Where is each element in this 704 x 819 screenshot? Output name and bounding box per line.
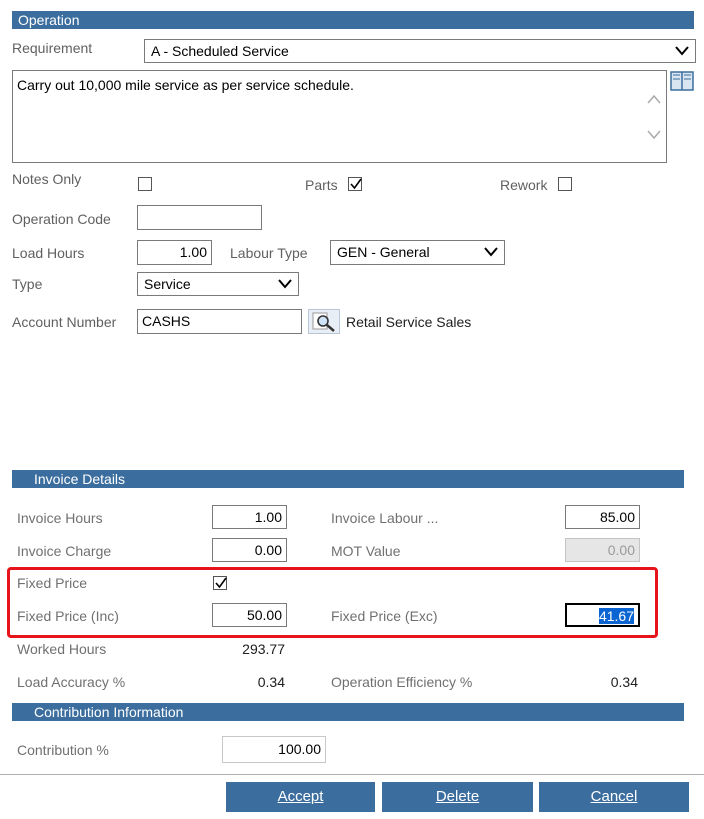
type-value: Service [144,276,191,292]
mot-value-label: MOT Value [331,543,401,559]
load-accuracy-value: 0.34 [257,674,285,690]
load-hours-input[interactable]: 1.00 [137,240,212,265]
fixed-price-exc-label: Fixed Price (Exc) [331,608,438,624]
accept-button[interactable]: Accept [226,782,375,812]
search-icon [312,312,335,332]
labour-type-value: GEN - General [337,244,430,260]
parts-checkbox[interactable] [348,177,362,191]
labour-type-label: Labour Type [230,245,308,261]
type-label: Type [12,276,43,292]
requirement-select[interactable]: A - Scheduled Service [144,39,696,63]
notes-only-label: Notes Only [12,171,82,187]
chevron-down-icon [675,46,689,56]
delete-button[interactable]: Delete [382,782,533,812]
book-icon[interactable] [670,70,694,92]
labour-type-select[interactable]: GEN - General [330,240,505,265]
worked-hours-value: 293.77 [242,641,285,657]
invoice-charge-input[interactable]: 0.00 [212,538,287,562]
fixed-price-inc-input[interactable]: 50.00 [212,603,287,627]
notes-only-checkbox[interactable] [138,177,152,191]
check-icon [350,178,362,190]
contribution-label: Contribution % [17,742,109,758]
invoice-hours-label: Invoice Hours [17,510,103,526]
operation-code-label: Operation Code [12,211,111,227]
rework-label: Rework [500,177,548,193]
fixed-price-exc-selected-text: 41.67 [598,608,634,624]
fixed-price-highlight [7,567,658,638]
notes-textarea[interactable]: Carry out 10,000 mile service as per ser… [12,70,667,163]
chevron-down-icon [278,279,292,289]
invoice-labour-label: Invoice Labour ... [331,510,439,526]
fixed-price-exc-input[interactable]: 41.67 [565,603,640,627]
account-number-label: Account Number [12,314,117,330]
cancel-button[interactable]: Cancel [539,782,689,812]
operation-section-title: Operation [18,12,80,28]
scroll-up-icon[interactable] [646,93,662,105]
rework-checkbox[interactable] [558,177,572,191]
worked-hours-label: Worked Hours [17,641,107,657]
operation-section-header: Operation [12,11,694,29]
invoice-charge-label: Invoice Charge [17,543,112,559]
invoice-section-title: Invoice Details [34,471,126,487]
mot-value-input: 0.00 [565,538,640,562]
contribution-section-header: Contribution Information [12,703,684,721]
invoice-section-header: Invoice Details [12,470,684,488]
invoice-hours-input[interactable]: 1.00 [212,505,287,529]
parts-label: Parts [305,177,338,193]
footer-divider [0,774,704,775]
invoice-labour-input[interactable]: 85.00 [565,505,640,529]
operation-code-input[interactable] [137,205,262,230]
requirement-label: Requirement [12,40,93,56]
contribution-section-title: Contribution Information [34,704,184,720]
notes-text: Carry out 10,000 mile service as per ser… [17,77,354,93]
contribution-input[interactable]: 100.00 [222,736,326,763]
load-accuracy-label: Load Accuracy % [17,674,126,690]
fixed-price-inc-label: Fixed Price (Inc) [17,608,119,624]
fixed-price-checkbox[interactable] [213,576,227,590]
account-number-input[interactable]: CASHS [137,309,302,334]
load-hours-label: Load Hours [12,245,85,261]
requirement-value: A - Scheduled Service [151,43,289,59]
fixed-price-label: Fixed Price [17,575,88,591]
operation-efficiency-value: 0.34 [610,674,638,690]
type-select[interactable]: Service [137,272,299,296]
account-lookup-button[interactable] [308,309,340,334]
operation-efficiency-label: Operation Efficiency % [331,674,473,690]
scroll-down-icon[interactable] [646,129,662,141]
chevron-down-icon [484,247,498,257]
account-name: Retail Service Sales [346,314,472,330]
check-icon [215,577,227,589]
